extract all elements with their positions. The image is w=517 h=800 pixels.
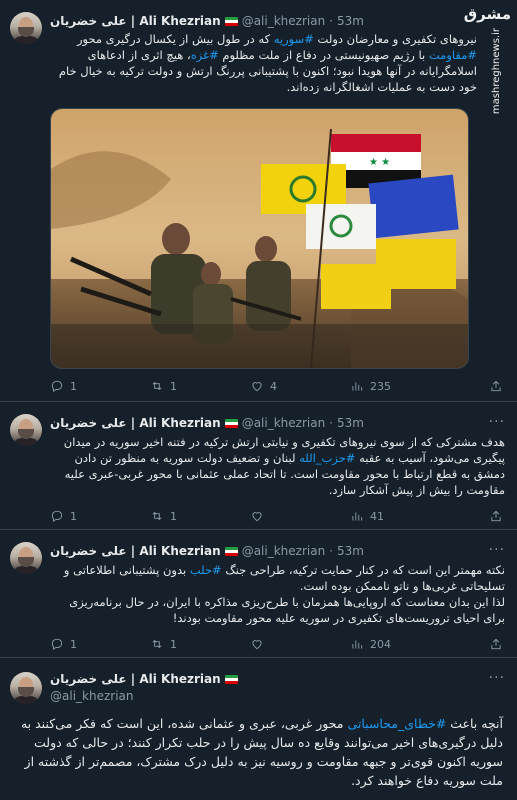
- tweet-text: نیروهای تکفیری و معارضان دولت #سوریه که …: [50, 31, 477, 95]
- svg-text:★ ★: ★ ★: [369, 157, 390, 168]
- more-icon: ···: [488, 414, 505, 430]
- like-button[interactable]: [250, 636, 350, 652]
- share-button[interactable]: [489, 508, 503, 522]
- iran-flag-icon: [224, 674, 238, 684]
- more-button[interactable]: ···: [489, 670, 505, 686]
- share-button[interactable]: [489, 636, 503, 650]
- retweet-button[interactable]: 1: [150, 508, 250, 524]
- like-icon: [252, 512, 262, 522]
- iran-flag-icon: [224, 16, 238, 26]
- poster-image: ★ ★: [51, 109, 468, 368]
- author-name[interactable]: علی خضریان | Ali Khezrian: [50, 14, 221, 28]
- reply-button[interactable]: 1: [50, 508, 150, 524]
- author-name[interactable]: علی خضریان | Ali Khezrian: [50, 544, 221, 558]
- hashtag-link[interactable]: #حلب: [190, 563, 222, 577]
- views-button[interactable]: 235: [350, 378, 450, 394]
- retweet-button[interactable]: 1: [150, 636, 250, 652]
- tweet-text-segment: لذا این بدان معناست که اروپایی‌ها همزمان…: [69, 595, 505, 625]
- iran-flag-icon: [224, 418, 238, 428]
- timestamp[interactable]: 53m: [337, 14, 364, 28]
- retweet-button[interactable]: 1: [150, 378, 250, 394]
- author-handle[interactable]: @ali_khezrian: [242, 416, 325, 430]
- author-name[interactable]: علی خضریان | Ali Khezrian: [50, 416, 221, 430]
- tweet-text: نکته مهمتر این است که در کنار حمایت ترکی…: [50, 562, 505, 626]
- tweet-actions: 1 1 4 235: [50, 378, 450, 394]
- more-icon: ···: [488, 670, 505, 686]
- views-icon: [352, 640, 363, 649]
- author-handle[interactable]: @ali_khezrian: [242, 544, 325, 558]
- share-button[interactable]: [489, 378, 503, 392]
- reply-icon: [51, 510, 63, 523]
- avatar[interactable]: [10, 12, 42, 44]
- avatar[interactable]: [10, 672, 42, 704]
- reply-icon: [51, 638, 63, 651]
- timestamp[interactable]: 53m: [337, 416, 364, 430]
- like-button[interactable]: 4: [250, 378, 350, 394]
- tweet-actions: 1 1 204: [50, 636, 450, 652]
- views-button[interactable]: 204: [350, 636, 450, 652]
- author-handle[interactable]: @ali_khezrian: [242, 14, 325, 28]
- more-button[interactable]: ···: [489, 542, 505, 558]
- tweet-image[interactable]: ★ ★: [50, 108, 469, 369]
- author-handle[interactable]: @ali_khezrian: [50, 689, 133, 703]
- views-icon: [352, 512, 363, 521]
- tweet-text: آنچه باعث #خطای_محاسباتی محور غربی، عبری…: [10, 714, 503, 790]
- reply-button[interactable]: 1: [50, 636, 150, 652]
- share-icon: [491, 510, 501, 522]
- tweet-text-segment: آنچه باعث: [446, 716, 503, 731]
- tweet-4-focused[interactable]: علی خضریان | Ali Khezrian @ali_khezrian …: [0, 658, 517, 800]
- tweet-text-segment: نیروهای تکفیری و معارضان دولت: [313, 32, 477, 46]
- retweet-icon: [152, 511, 162, 521]
- tweet-text-segment: که در طول بیش از یکسال درگیری محور: [76, 32, 274, 46]
- avatar[interactable]: [10, 414, 42, 446]
- hashtag-link[interactable]: #مقاومت: [429, 48, 477, 62]
- timestamp[interactable]: 53m: [337, 544, 364, 558]
- author-name[interactable]: علی خضریان | Ali Khezrian: [50, 672, 221, 686]
- share-icon: [491, 380, 501, 392]
- retweet-icon: [152, 381, 162, 391]
- views-icon: [352, 382, 363, 391]
- hashtag-link[interactable]: #حزب_الله: [299, 451, 355, 465]
- tweet-1[interactable]: علی خضریان | Ali Khezrian @ali_khezrian …: [0, 0, 517, 402]
- reply-icon: [51, 380, 63, 393]
- share-icon: [491, 638, 501, 650]
- like-icon: [252, 640, 262, 650]
- more-button[interactable]: ···: [489, 414, 505, 430]
- tweet-text: هدف مشترکی که از سوی نیروهای تکفیری و نی…: [50, 434, 505, 498]
- more-icon: ···: [488, 542, 505, 558]
- tweet-text-segment: نکته مهمتر این است که در کنار حمایت ترکی…: [221, 563, 505, 577]
- tweet-text-segment: با رژیم صهیونیستی در دفاع از ملت مظلوم: [218, 48, 429, 62]
- retweet-icon: [152, 639, 162, 649]
- hashtag-link[interactable]: #سوریه: [274, 32, 314, 46]
- tweet-actions: 1 1 41: [50, 508, 450, 524]
- tweet-2[interactable]: علی خضریان | Ali Khezrian @ali_khezrian …: [0, 402, 517, 530]
- hashtag-link[interactable]: #غزه: [191, 48, 219, 62]
- like-icon: [252, 382, 262, 392]
- views-button[interactable]: 41: [350, 508, 450, 524]
- iran-flag-icon: [224, 546, 238, 556]
- like-button[interactable]: [250, 508, 350, 524]
- hashtag-link[interactable]: #خطای_محاسباتی: [347, 716, 446, 731]
- tweet-3[interactable]: علی خضریان | Ali Khezrian @ali_khezrian …: [0, 530, 517, 658]
- reply-button[interactable]: 1: [50, 378, 150, 394]
- avatar[interactable]: [10, 542, 42, 574]
